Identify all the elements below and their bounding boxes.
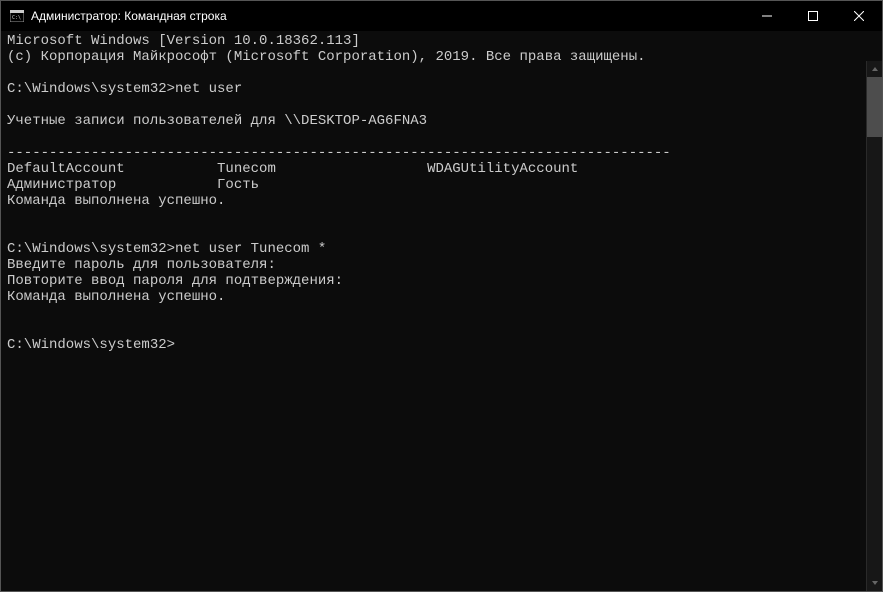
svg-text:C:\: C:\ (12, 15, 21, 21)
terminal-line: Повторите ввод пароля для подтверждения: (7, 273, 876, 289)
terminal-line: Учетные записи пользователей для \\DESKT… (7, 113, 876, 129)
terminal-line (7, 225, 876, 241)
cmd-icon: C:\ (9, 8, 25, 24)
terminal-line (7, 321, 876, 337)
terminal-line (7, 209, 876, 225)
terminal-line: Команда выполнена успешно. (7, 193, 876, 209)
window-controls (744, 1, 882, 31)
terminal-output[interactable]: Microsoft Windows [Version 10.0.18362.11… (1, 31, 882, 591)
terminal-line: Введите пароль для пользователя: (7, 257, 876, 273)
command-prompt-window: C:\ Администратор: Командная строка Micr… (0, 0, 883, 592)
titlebar[interactable]: C:\ Администратор: Командная строка (1, 1, 882, 31)
close-button[interactable] (836, 1, 882, 31)
terminal-line (7, 65, 876, 81)
terminal-line: C:\Windows\system32> (7, 337, 876, 353)
titlebar-left: C:\ Администратор: Командная строка (9, 8, 227, 24)
terminal-line (7, 305, 876, 321)
content-area: Microsoft Windows [Version 10.0.18362.11… (1, 31, 882, 591)
vertical-scrollbar[interactable] (866, 61, 882, 591)
terminal-line: DefaultAccount Tunecom WDAGUtilityAccoun… (7, 161, 876, 177)
scroll-up-button[interactable] (867, 61, 882, 77)
terminal-line: Команда выполнена успешно. (7, 289, 876, 305)
scrollbar-thumb[interactable] (867, 77, 882, 137)
terminal-line: C:\Windows\system32>net user (7, 81, 876, 97)
terminal-line: ----------------------------------------… (7, 145, 876, 161)
minimize-button[interactable] (744, 1, 790, 31)
window-title: Администратор: Командная строка (31, 9, 227, 23)
terminal-line: Администратор Гость (7, 177, 876, 193)
terminal-line (7, 129, 876, 145)
scroll-down-button[interactable] (867, 575, 882, 591)
terminal-line: (c) Корпорация Майкрософт (Microsoft Cor… (7, 49, 876, 65)
maximize-button[interactable] (790, 1, 836, 31)
terminal-line: Microsoft Windows [Version 10.0.18362.11… (7, 33, 876, 49)
scrollbar-track[interactable] (867, 77, 882, 575)
terminal-line: C:\Windows\system32>net user Tunecom * (7, 241, 876, 257)
terminal-line (7, 97, 876, 113)
